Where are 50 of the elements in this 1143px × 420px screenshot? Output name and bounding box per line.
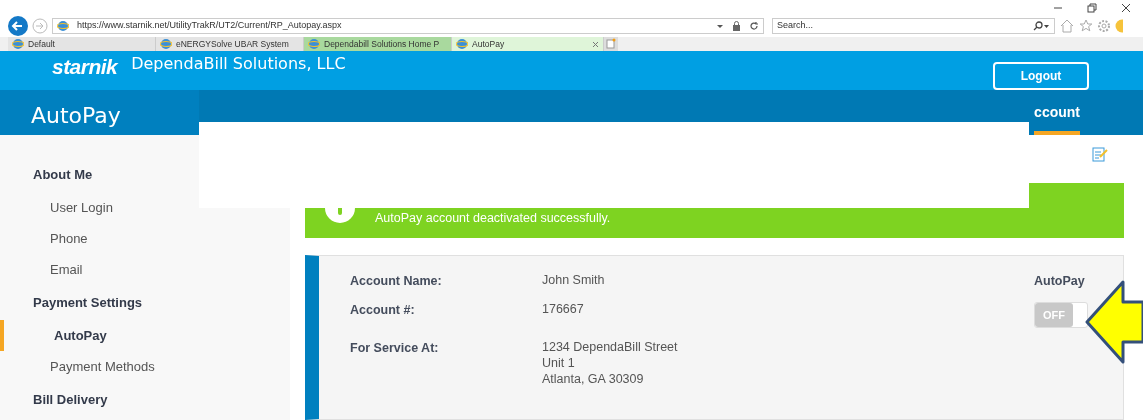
field-value: Atlanta, GA 30309 bbox=[542, 370, 645, 387]
close-icon[interactable] bbox=[1121, 3, 1131, 13]
sidebar-item[interactable]: Phone bbox=[0, 223, 96, 254]
dropdown-icon[interactable] bbox=[716, 22, 724, 30]
new-tab-icon[interactable] bbox=[604, 37, 618, 51]
autopay-label: AutoPay bbox=[1034, 273, 1085, 290]
close-tab-icon[interactable] bbox=[592, 40, 599, 48]
browser-tab[interactable]: Default bbox=[8, 37, 156, 51]
field-value: John Smith bbox=[542, 272, 605, 288]
search-field[interactable]: Search... bbox=[772, 18, 1055, 34]
browser-icon bbox=[57, 20, 69, 32]
url-text: https://www.starnik.net/UtilityTrakR/UT2/Current/RP_Autopay.aspx bbox=[77, 19, 342, 33]
browser-tab[interactable]: Dependabill Solutions Home P bbox=[304, 37, 452, 51]
sidebar-item[interactable]: AutoPay bbox=[0, 320, 115, 351]
company-name: DependaBill Solutions, LLC bbox=[131, 54, 346, 74]
nav-tab[interactable]: ccount bbox=[1034, 93, 1080, 135]
alert-message: AutoPay account deactivated successfully. bbox=[375, 210, 611, 228]
forward-icon[interactable] bbox=[32, 18, 48, 34]
settings-icon[interactable] bbox=[1097, 19, 1111, 33]
browser-tab[interactable]: eNERGYSolve UBAR System bbox=[156, 37, 304, 51]
sidebar-item[interactable]: Payment Methods bbox=[0, 351, 163, 382]
search-placeholder: Search... bbox=[777, 19, 815, 33]
browser-icon bbox=[12, 38, 24, 50]
lock-icon bbox=[732, 21, 741, 31]
smiley-icon[interactable] bbox=[1115, 19, 1123, 33]
browser-icon bbox=[308, 38, 320, 50]
browser-tab[interactable]: AutoPay bbox=[452, 37, 604, 51]
field-value: 1234 DependaBill Street bbox=[542, 338, 678, 355]
browser-icon bbox=[456, 38, 468, 50]
sidebar-heading: About Me bbox=[32, 165, 94, 184]
restore-icon[interactable] bbox=[1087, 3, 1097, 13]
field-value: 176667 bbox=[542, 300, 584, 317]
sidebar-heading: Payment Settings bbox=[32, 293, 144, 312]
sidebar-item[interactable]: User Login bbox=[0, 192, 121, 223]
page-title: AutoPay bbox=[31, 102, 121, 130]
field-label: For Service At: bbox=[350, 339, 440, 357]
starnik-logo: starnik bbox=[52, 55, 118, 79]
refresh-icon[interactable] bbox=[749, 21, 759, 31]
address-bar[interactable]: https://www.starnik.net/UtilityTrakR/UT2/Current/RP_Autopay.aspx bbox=[52, 18, 764, 34]
home-icon[interactable] bbox=[1059, 19, 1075, 33]
field-label: Account Name: bbox=[350, 273, 443, 290]
field-label: Account #: bbox=[350, 301, 416, 319]
search-icon[interactable] bbox=[1032, 21, 1050, 31]
sidebar-item[interactable]: Email bbox=[0, 254, 91, 285]
sidebar-heading: Bill Delivery bbox=[32, 390, 109, 409]
back-icon[interactable] bbox=[8, 16, 28, 36]
edit-note-icon[interactable] bbox=[1091, 145, 1109, 163]
star-icon[interactable] bbox=[1079, 19, 1093, 33]
browser-icon bbox=[160, 38, 172, 50]
field-value: Unit 1 bbox=[542, 354, 576, 371]
